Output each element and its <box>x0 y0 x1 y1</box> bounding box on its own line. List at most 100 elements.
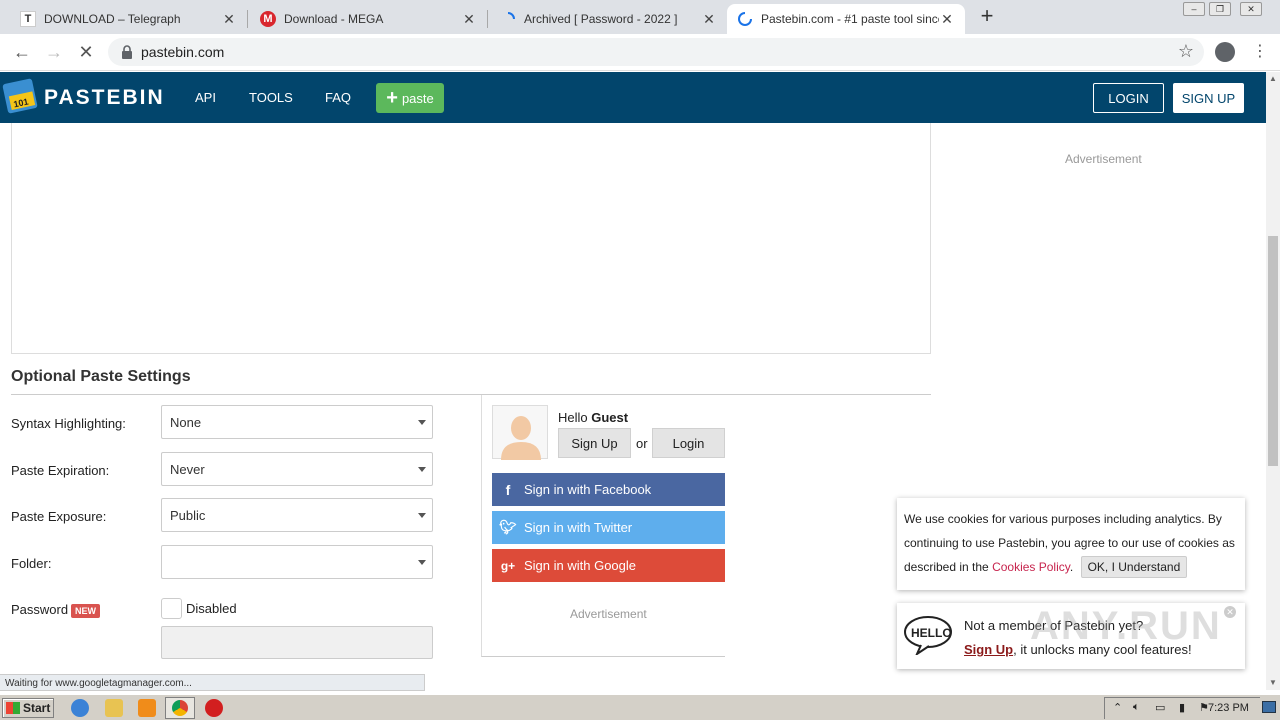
start-button[interactable]: Start <box>2 698 54 718</box>
password-input[interactable] <box>161 626 433 659</box>
close-icon[interactable]: ✕ <box>939 11 955 28</box>
hello-text: Hello Guest <box>558 410 628 425</box>
bookmark-star-icon[interactable]: ☆ <box>1178 41 1194 62</box>
tab-title: DOWNLOAD – Telegraph <box>44 12 181 26</box>
guest-avatar <box>492 405 548 460</box>
volume-icon[interactable]: 🔈︎ <box>1133 701 1140 714</box>
file-explorer-icon[interactable] <box>105 699 123 717</box>
cookie-accept-button[interactable]: OK, I Understand <box>1080 556 1188 578</box>
divider <box>11 394 931 395</box>
password-checkbox[interactable] <box>161 598 182 619</box>
mega-favicon-icon: M <box>260 11 276 27</box>
stop-loading-icon[interactable]: ✕ <box>74 40 98 64</box>
tab-telegraph[interactable]: T DOWNLOAD – Telegraph ✕ <box>10 4 247 34</box>
paste-button-label: paste <box>401 90 434 106</box>
paste-exposure-select[interactable]: Public <box>161 498 433 532</box>
svg-text:HELLO: HELLO <box>911 626 952 640</box>
folder-label: Folder: <box>11 556 52 571</box>
user-silhouette-icon <box>501 416 541 460</box>
opera-icon[interactable] <box>205 699 223 717</box>
guest-name: Guest <box>591 410 629 425</box>
caret-down-icon <box>418 560 426 565</box>
windows-flag-icon <box>6 702 20 714</box>
tab-divider <box>487 10 488 28</box>
page-scrollbar[interactable]: ▲ ▼ <box>1266 72 1280 690</box>
site-header: 101 PASTEBIN API TOOLS FAQ + paste LOGIN… <box>0 72 1266 123</box>
select-value: Never <box>170 462 205 477</box>
anyrun-watermark: ANY.RUN <box>1030 604 1222 648</box>
syntax-highlighting-label: Syntax Highlighting: <box>11 416 126 431</box>
tab-title: Download - MEGA <box>284 12 384 26</box>
paste-expiration-select[interactable]: Never <box>161 452 433 486</box>
caret-down-icon <box>418 467 426 472</box>
cookies-policy-link[interactable]: Cookies Policy <box>992 560 1070 574</box>
or-text: or <box>636 436 648 451</box>
loading-spinner-icon <box>500 11 516 27</box>
select-value: None <box>170 415 202 430</box>
signup-button[interactable]: SIGN UP <box>1173 83 1244 113</box>
nav-api[interactable]: API <box>195 90 216 105</box>
nav-tools[interactable]: TOOLS <box>249 90 293 105</box>
google-signin-button[interactable]: g+ Sign in with Google <box>492 549 725 582</box>
start-label: Start <box>23 701 51 715</box>
pastebin-logo-icon[interactable]: 101 <box>2 78 38 114</box>
tab-mega[interactable]: M Download - MEGA ✕ <box>250 4 487 34</box>
maximize-window-button[interactable]: ❐ <box>1209 2 1231 16</box>
scroll-up-icon[interactable]: ▲ <box>1266 72 1280 86</box>
url-text: pastebin.com <box>141 44 225 60</box>
password-checkbox-label: Disabled <box>186 601 237 616</box>
paste-text-area[interactable] <box>11 123 931 354</box>
lock-icon <box>122 45 132 59</box>
network-icon[interactable]: ▭ <box>1155 701 1165 714</box>
tab-archived[interactable]: Archived [ Password - 2022 ] ✕ <box>490 4 727 34</box>
syntax-highlighting-select[interactable]: None <box>161 405 433 439</box>
tab-strip: T DOWNLOAD – Telegraph ✕ M Download - ME… <box>0 0 1280 34</box>
forward-arrow-icon[interactable]: → <box>42 40 66 64</box>
profile-avatar-icon[interactable] <box>1215 42 1235 62</box>
show-desktop-icon[interactable] <box>1262 701 1276 713</box>
windows-taskbar: Start ⌃ 🔈︎ ▭ ▮ ⚑ 7:23 PM <box>0 694 1280 720</box>
twitter-signin-button[interactable]: 🐦︎ Sign in with Twitter <box>492 511 725 544</box>
cookie-text-end: . <box>1069 560 1074 574</box>
close-icon[interactable]: ✕ <box>701 11 717 28</box>
close-icon[interactable]: ✕ <box>221 11 237 28</box>
close-icon[interactable]: ✕ <box>461 11 477 28</box>
brand-name[interactable]: PASTEBIN <box>44 86 165 110</box>
chrome-taskbar-button[interactable] <box>165 697 195 719</box>
scrollbar-thumb[interactable] <box>1268 236 1278 466</box>
internet-explorer-icon[interactable] <box>71 699 89 717</box>
guest-login-button[interactable]: Login <box>652 428 725 458</box>
telegraph-favicon-icon: T <box>20 11 36 27</box>
facebook-signin-label: Sign in with Facebook <box>524 482 652 497</box>
tab-divider <box>247 10 248 28</box>
google-plus-icon: g+ <box>500 558 516 573</box>
guest-signup-button[interactable]: Sign Up <box>558 428 631 458</box>
address-bar[interactable]: pastebin.com ☆ <box>108 38 1204 66</box>
tab-pastebin[interactable]: Pastebin.com - #1 paste tool since 2 ✕ <box>727 4 965 34</box>
cookie-notice: We use cookies for various purposes incl… <box>897 498 1245 590</box>
facebook-icon: f <box>505 481 511 498</box>
password-label: Password <box>11 602 69 617</box>
close-icon[interactable]: ✕ <box>1224 606 1236 618</box>
new-tab-button[interactable]: + <box>976 5 998 27</box>
close-window-button[interactable]: ✕ <box>1240 2 1262 16</box>
media-player-icon[interactable] <box>138 699 156 717</box>
paste-expiration-label: Paste Expiration: <box>11 463 110 478</box>
paste-exposure-label: Paste Exposure: <box>11 509 107 524</box>
minimize-window-button[interactable]: – <box>1183 2 1205 16</box>
back-arrow-icon[interactable]: ← <box>10 40 34 64</box>
browser-status-bar: Waiting for www.googletagmanager.com... <box>0 674 425 691</box>
new-paste-button[interactable]: + paste <box>376 83 444 113</box>
facebook-signin-button[interactable]: f Sign in with Facebook <box>492 473 725 506</box>
folder-select[interactable] <box>161 545 433 579</box>
tray-expand-icon[interactable]: ⌃ <box>1113 701 1122 714</box>
scroll-down-icon[interactable]: ▼ <box>1266 676 1280 690</box>
login-button[interactable]: LOGIN <box>1093 83 1164 113</box>
select-value: Public <box>170 508 206 523</box>
tab-title: Archived [ Password - 2022 ] <box>524 12 678 26</box>
battery-icon[interactable]: ▮ <box>1179 701 1185 714</box>
hello-prefix: Hello <box>558 410 592 425</box>
promo-signup-link[interactable]: Sign Up <box>964 642 1013 657</box>
nav-faq[interactable]: FAQ <box>325 90 351 105</box>
browser-menu-icon[interactable]: ⋮ <box>1252 42 1268 62</box>
